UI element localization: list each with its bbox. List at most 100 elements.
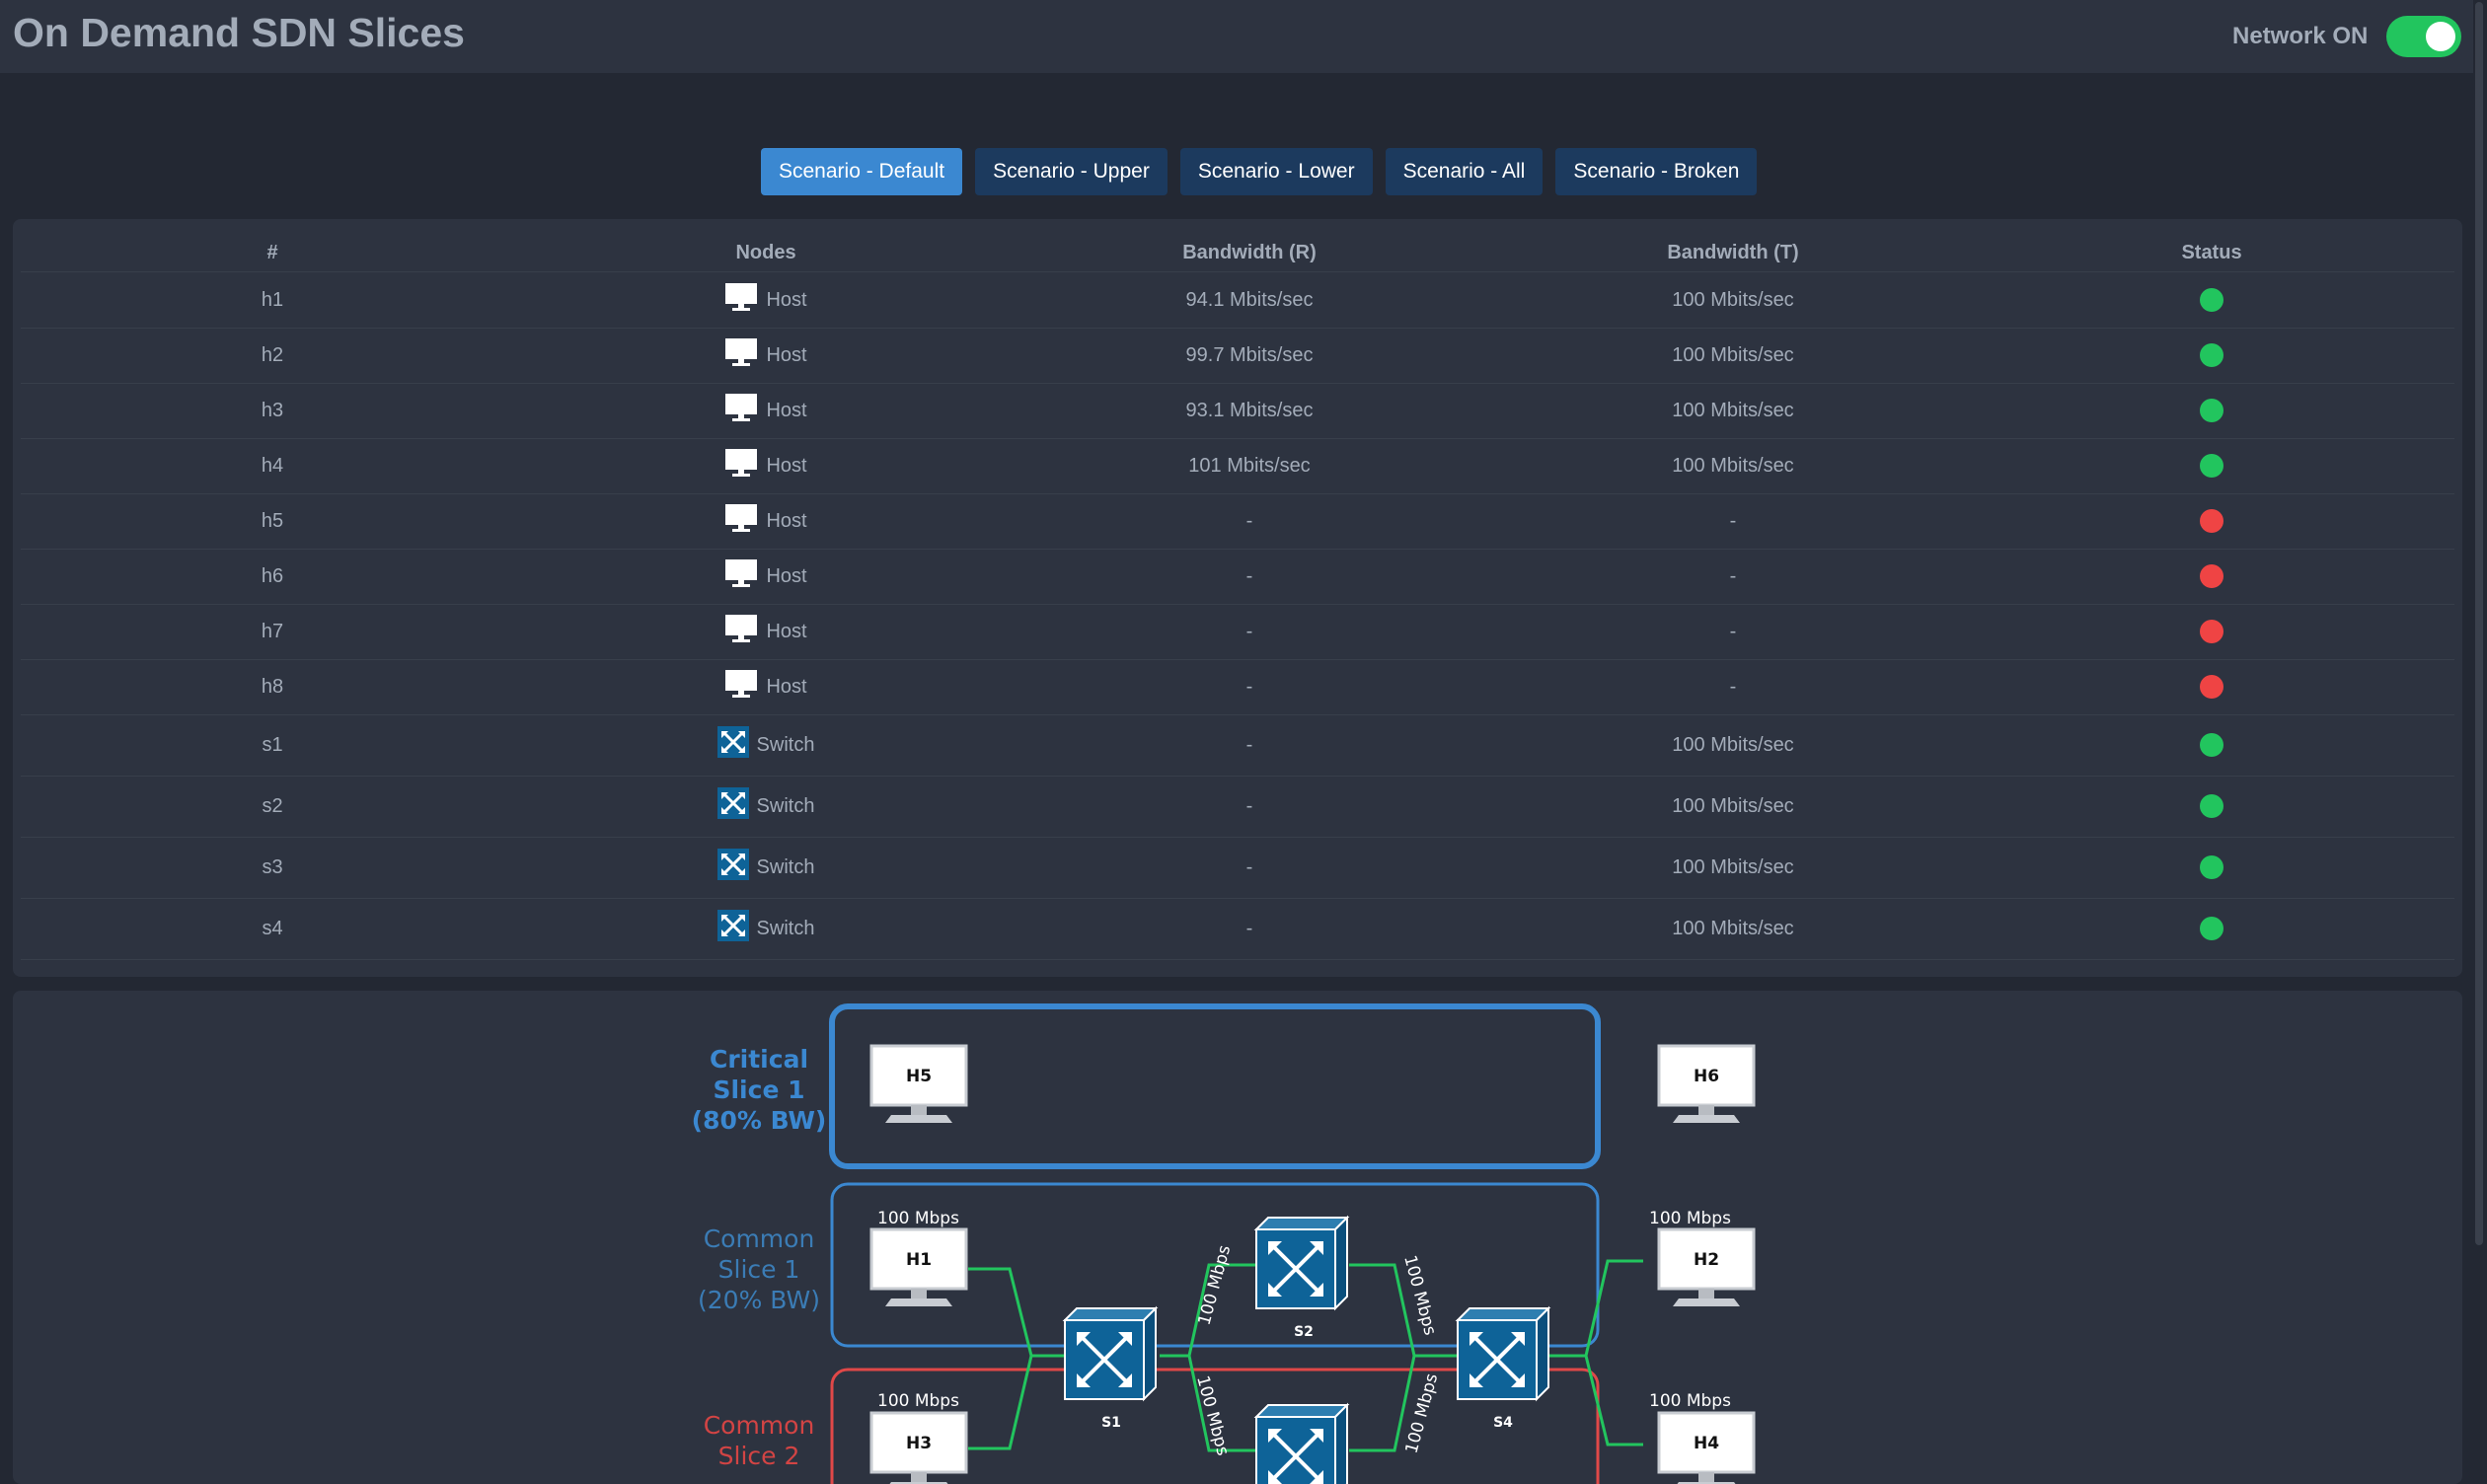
scrollbar-thumb[interactable] <box>2475 2 2483 1245</box>
row-bandwidth-r: - <box>1245 917 1253 939</box>
row-bandwidth-r: - <box>1245 794 1253 817</box>
row-node: Switch <box>524 776 1008 837</box>
switch-icon <box>716 787 749 825</box>
svg-text:H2: H2 <box>1694 1250 1719 1270</box>
table-row: h6 Host - - <box>21 549 2454 605</box>
monitor-icon <box>724 337 758 373</box>
svg-text:S4: S4 <box>1493 1415 1513 1431</box>
row-node: Host <box>524 438 1008 493</box>
column-header-status: Status <box>2181 242 2242 263</box>
table-header-row: # Nodes Bandwidth (R) Bandwidth (T) Stat… <box>21 235 2454 272</box>
row-id: h5 <box>261 509 284 532</box>
row-id: h1 <box>261 288 284 311</box>
row-bandwidth-r: 99.7 Mbits/sec <box>1185 343 1314 366</box>
status-dot <box>2200 509 2223 533</box>
network-status-label: Network ON <box>2232 23 2369 49</box>
status-dot <box>2200 675 2223 699</box>
toggle-knob <box>2426 22 2455 51</box>
host-h1-monitor-icon: H1 <box>869 1227 968 1308</box>
tab-scenario-upper[interactable]: Scenario - Upper <box>975 148 1168 195</box>
table-row: h2 Host 99.7 Mbits/sec 100 Mbits/sec <box>21 328 2454 384</box>
host-h4-monitor-icon: H4 <box>1657 1411 1756 1484</box>
row-bandwidth-t: 100 Mbits/sec <box>1672 917 1794 939</box>
monitor-icon <box>724 282 758 318</box>
status-dot <box>2200 733 2223 757</box>
tab-scenario-all[interactable]: Scenario - All <box>1385 148 1544 195</box>
row-bandwidth-t: 100 Mbits/sec <box>1672 288 1794 311</box>
table-row: s1 Switch - 100 Mbits/sec <box>21 714 2454 777</box>
table-row: h1 Host 94.1 Mbits/sec 100 Mbits/sec <box>21 272 2454 329</box>
row-status <box>1975 837 2449 898</box>
tab-scenario-broken[interactable]: Scenario - Broken <box>1555 148 1758 195</box>
row-id: s2 <box>262 794 283 817</box>
row-bandwidth-r: - <box>1245 733 1253 756</box>
monitor-icon <box>724 448 758 483</box>
table-row: h3 Host 93.1 Mbits/sec 100 Mbits/sec <box>21 383 2454 439</box>
monitor-icon <box>724 669 758 705</box>
table-row: s4 Switch - 100 Mbits/sec <box>21 898 2454 960</box>
row-status <box>1975 898 2449 959</box>
monitor-icon <box>724 503 758 539</box>
row-bandwidth-t: 100 Mbits/sec <box>1672 855 1794 878</box>
row-id: s3 <box>262 855 283 878</box>
host-h2-monitor-icon: H2 <box>1657 1227 1756 1308</box>
page-title: On Demand SDN Slices <box>13 10 465 55</box>
table-row: h7 Host - - <box>21 604 2454 660</box>
table-row: h4 Host 101 Mbits/sec 100 Mbits/sec <box>21 438 2454 494</box>
row-node: Host <box>524 549 1008 604</box>
row-status <box>1975 714 2449 776</box>
row-node: Host <box>524 272 1008 328</box>
row-bandwidth-r: 93.1 Mbits/sec <box>1185 399 1314 421</box>
row-node-type: Switch <box>756 733 815 756</box>
row-bandwidth-r: - <box>1245 509 1253 532</box>
row-bandwidth-r: 94.1 Mbits/sec <box>1185 288 1314 311</box>
app-header: On Demand SDN Slices Network ON <box>0 0 2487 73</box>
table-row: s2 Switch - 100 Mbits/sec <box>21 776 2454 838</box>
column-header-bandwidth-r: Bandwidth (R) <box>1182 242 1317 263</box>
link-label-h1: 100 Mbps <box>877 1209 959 1228</box>
switch-icon <box>716 849 749 886</box>
row-id: h2 <box>261 343 284 366</box>
row-node-type: Host <box>766 288 807 311</box>
tab-scenario-default[interactable]: Scenario - Default <box>761 148 963 195</box>
tab-scenario-lower[interactable]: Scenario - Lower <box>1179 148 1373 195</box>
row-bandwidth-r: 101 Mbits/sec <box>1188 454 1311 477</box>
status-dot <box>2200 855 2223 879</box>
row-node-type: Host <box>766 564 807 587</box>
status-dot <box>2200 288 2223 312</box>
table-row: s3 Switch - 100 Mbits/sec <box>21 837 2454 899</box>
svg-text:H3: H3 <box>906 1434 932 1453</box>
monitor-icon <box>724 614 758 649</box>
row-status <box>1975 776 2449 837</box>
link-label-h2: 100 Mbps <box>1649 1209 1731 1228</box>
row-bandwidth-r: - <box>1245 620 1253 642</box>
host-h5-monitor-icon: H5 <box>869 1044 968 1125</box>
status-dot <box>2200 794 2223 818</box>
table-row: h8 Host - - <box>21 659 2454 715</box>
topology-diagram: Critical Slice 1 (80% BW) Common Slice 1… <box>13 991 2462 1484</box>
row-status <box>1975 383 2449 438</box>
row-id: h8 <box>261 675 284 698</box>
row-node-type: Host <box>766 399 807 421</box>
row-id: h6 <box>261 564 284 587</box>
row-id: s4 <box>262 917 283 939</box>
row-id: s1 <box>262 733 283 756</box>
switch-icon <box>716 910 749 947</box>
switch-s3-icon <box>1254 1403 1349 1484</box>
host-h6-monitor-icon: H6 <box>1657 1044 1756 1125</box>
network-toggle[interactable] <box>2386 16 2461 57</box>
row-node-type: Host <box>766 620 807 642</box>
status-dot <box>2200 564 2223 588</box>
svg-text:H1: H1 <box>906 1250 932 1270</box>
row-status <box>1975 659 2449 714</box>
row-node-type: Switch <box>756 917 815 939</box>
status-dot <box>2200 343 2223 367</box>
row-bandwidth-t: 100 Mbits/sec <box>1672 794 1794 817</box>
row-node: Host <box>524 659 1008 714</box>
row-bandwidth-t: - <box>1729 509 1737 532</box>
row-id: h4 <box>261 454 284 477</box>
column-header-nodes: Nodes <box>735 242 796 263</box>
scenario-tabs: Scenario - Default Scenario - Upper Scen… <box>761 148 1758 195</box>
column-header-bandwidth-t: Bandwidth (T) <box>1667 242 1799 263</box>
status-dot <box>2200 399 2223 422</box>
